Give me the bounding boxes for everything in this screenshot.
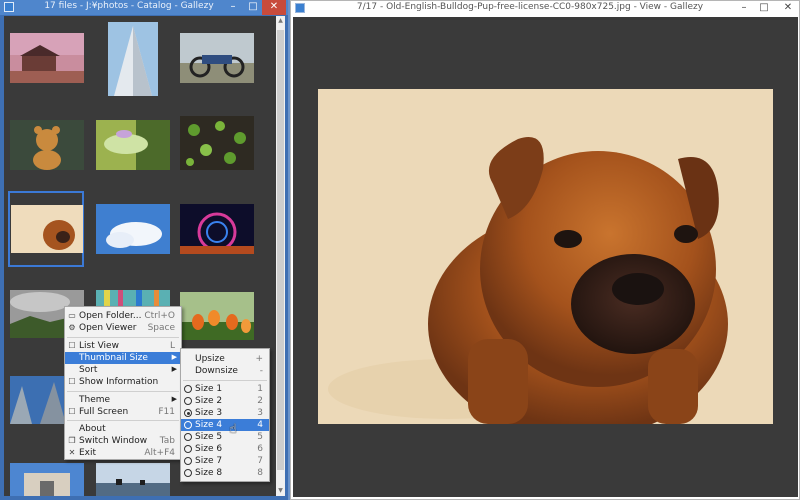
thumbnail-frog[interactable] — [96, 120, 170, 170]
menu-item-list-view[interactable]: ☐ List View L — [65, 340, 181, 352]
submenu-item-size-8[interactable]: Size 8 8 — [181, 467, 269, 479]
maximize-button[interactable]: □ — [244, 0, 262, 15]
menu-separator — [67, 420, 179, 421]
thumbnail-motorcycle[interactable] — [180, 33, 254, 83]
thumbnail-image — [180, 204, 254, 254]
menu-item-sort[interactable]: Sort ▶ — [65, 364, 181, 376]
thumbnail-size-submenu: Upsize + Downsize - Size 1 1 Size 2 2 Si… — [180, 348, 270, 482]
menu-item-open-viewer[interactable]: ⚙ Open Viewer Space — [65, 322, 181, 334]
puppy-photo-image — [318, 89, 773, 424]
thumbnail-image — [108, 22, 158, 96]
radio-icon — [184, 397, 192, 405]
submenu-item-size-1[interactable]: Size 1 1 — [181, 383, 269, 395]
thumbnail-house-at-sunset[interactable] — [10, 33, 84, 83]
submenu-item-size-4[interactable]: Size 4 4 — [181, 419, 269, 431]
thumbnail-building-from-below[interactable] — [10, 376, 66, 424]
thumbnail-lake-silhouette[interactable] — [96, 463, 170, 496]
thumbnail-arch-monument[interactable] — [10, 463, 84, 496]
thumbnail-image — [10, 33, 84, 83]
radio-icon — [184, 469, 192, 477]
close-icon: ✕ — [68, 448, 76, 457]
context-menu: ▭ Open Folder... Ctrl+O ⚙ Open Viewer Sp… — [64, 306, 182, 460]
minimize-button[interactable]: – — [224, 0, 242, 15]
app-icon[interactable] — [295, 3, 305, 13]
menu-separator — [67, 391, 179, 392]
app-icon[interactable] — [4, 2, 14, 12]
thumbnail-image — [180, 33, 254, 83]
scroll-down-icon[interactable]: ▼ — [276, 486, 285, 496]
catalog-title-bar[interactable]: 17 files - J:¥photos - Catalog - Gallezy… — [0, 0, 288, 15]
window-icon: ❐ — [68, 436, 76, 445]
thumbnail-image — [10, 376, 66, 424]
submenu-item-size-6[interactable]: Size 6 6 — [181, 443, 269, 455]
maximize-button[interactable]: □ — [755, 1, 773, 16]
menu-item-show-information[interactable]: ☐ Show Information — [65, 376, 181, 388]
menu-item-theme[interactable]: Theme ▶ — [65, 394, 181, 406]
scroll-up-icon[interactable]: ▲ — [276, 16, 285, 26]
viewer-window: 7/17 - Old-English-Bulldog-Pup-free-lice… — [290, 0, 800, 500]
viewer-window-title: 7/17 - Old-English-Bulldog-Pup-free-lice… — [356, 2, 704, 12]
thumbnail-image — [96, 204, 170, 254]
thumbnail-image — [10, 120, 84, 170]
menu-item-full-screen[interactable]: ☐ Full Screen F11 — [65, 406, 181, 418]
radio-icon — [184, 445, 192, 453]
thumbnail-image — [180, 116, 254, 170]
checkbox-icon: ☐ — [68, 341, 76, 350]
image-view[interactable] — [293, 17, 798, 497]
catalog-window-title: 17 files - J:¥photos - Catalog - Gallezy — [44, 1, 214, 11]
thumbnail-tulips[interactable] — [180, 292, 254, 340]
menu-separator — [67, 337, 179, 338]
menu-item-open-folder[interactable]: ▭ Open Folder... Ctrl+O — [65, 310, 181, 322]
vertical-scrollbar[interactable]: ▲ ▼ — [276, 16, 285, 496]
thumbnail-image — [96, 463, 170, 496]
thumbnail-image — [10, 463, 84, 496]
menu-item-about[interactable]: About — [65, 423, 181, 435]
checkbox-icon: ☐ — [68, 377, 76, 386]
menu-item-exit[interactable]: ✕ Exit Alt+F4 — [65, 447, 181, 459]
submenu-item-size-7[interactable]: Size 7 7 — [181, 455, 269, 467]
thumbnail-sky-clouds[interactable] — [96, 204, 170, 254]
gear-icon: ⚙ — [68, 323, 76, 332]
radio-icon — [184, 457, 192, 465]
viewer-title-bar[interactable]: 7/17 - Old-English-Bulldog-Pup-free-lice… — [291, 1, 799, 16]
viewed-photo[interactable] — [318, 89, 773, 424]
close-button[interactable]: ✕ — [779, 1, 797, 16]
thumbnail-green-leaves[interactable] — [180, 116, 254, 170]
radio-icon — [184, 421, 192, 429]
submenu-arrow-icon: ▶ — [171, 353, 177, 361]
submenu-item-downsize[interactable]: Downsize - — [181, 365, 269, 377]
submenu-arrow-icon: ▶ — [171, 395, 177, 403]
submenu-item-size-3[interactable]: Size 3 3 — [181, 407, 269, 419]
thumbnail-image — [11, 205, 83, 253]
thumbnail-image — [180, 292, 254, 340]
submenu-item-size-5[interactable]: Size 5 5 — [181, 431, 269, 443]
checkbox-icon: ☐ — [68, 407, 76, 416]
thumbnail-image — [96, 120, 170, 170]
folder-icon: ▭ — [68, 311, 76, 320]
thumbnail-tall-building[interactable] — [108, 22, 158, 96]
minimize-button[interactable]: – — [735, 1, 753, 16]
thumbnail-teddy-bear[interactable] — [10, 120, 84, 170]
hand-cursor-icon: ☝ — [229, 422, 237, 437]
thumbnail-puppy[interactable] — [8, 191, 84, 267]
menu-item-thumbnail-size[interactable]: Thumbnail Size ▶ — [65, 352, 181, 364]
radio-icon — [184, 433, 192, 441]
menu-separator — [183, 380, 267, 381]
menu-item-switch-window[interactable]: ❐ Switch Window Tab — [65, 435, 181, 447]
radio-icon — [184, 385, 192, 393]
close-button[interactable]: ✕ — [262, 0, 286, 15]
submenu-arrow-icon: ▶ — [171, 365, 177, 373]
scrollbar-thumb[interactable] — [277, 30, 284, 470]
radio-checked-icon — [184, 409, 192, 417]
submenu-item-upsize[interactable]: Upsize + — [181, 353, 269, 365]
thumbnail-ferris-wheel-night[interactable] — [180, 204, 254, 254]
submenu-item-size-2[interactable]: Size 2 2 — [181, 395, 269, 407]
